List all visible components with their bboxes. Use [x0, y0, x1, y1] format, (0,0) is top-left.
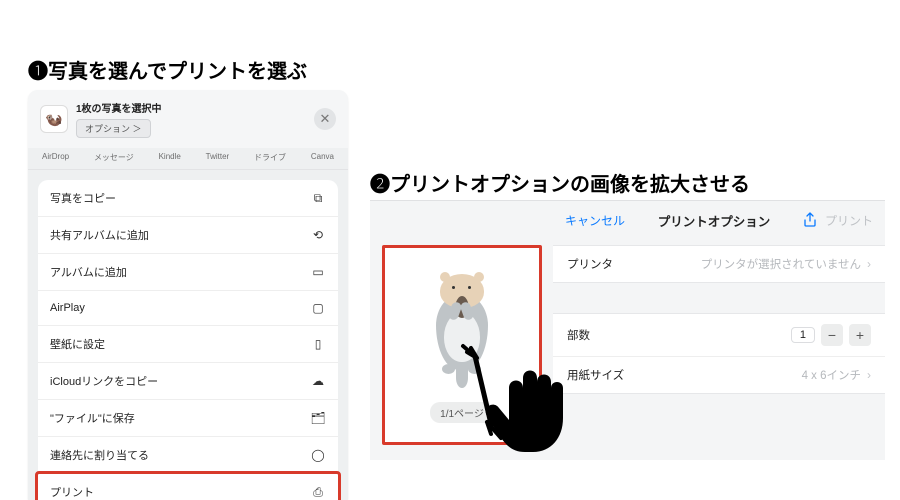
chevron-right-icon: › — [867, 257, 871, 271]
close-button[interactable]: ✕ — [314, 108, 336, 130]
share-sheet: 🦦 1枚の写真を選択中 オプション ＞ ✕ AirDrop メッセージ Kind… — [28, 90, 348, 500]
cloud-link-icon: ☁ — [310, 374, 326, 388]
print-options-panel: キャンセル プリントオプション プリント プリンタ プリンタが選択されていません… — [370, 200, 885, 460]
printer-value: プリンタが選択されていません — [701, 256, 861, 272]
printer-label: プリンタ — [567, 256, 613, 272]
app-twitter[interactable]: Twitter — [206, 152, 230, 163]
copies-minus-button[interactable]: − — [821, 324, 843, 346]
share-icon[interactable] — [803, 212, 817, 228]
app-canva[interactable]: Canva — [311, 152, 334, 163]
printer-row[interactable]: プリンタ プリンタが選択されていません › — [553, 246, 885, 282]
copy-icon: ⧉ — [310, 191, 326, 206]
action-shared-album[interactable]: 共有アルバムに追加 ⟲ — [38, 217, 338, 254]
share-header: 🦦 1枚の写真を選択中 オプション ＞ ✕ — [28, 90, 348, 148]
action-cloud-link[interactable]: iCloudリンクをコピー ☁ — [38, 363, 338, 400]
app-airdrop[interactable]: AirDrop — [42, 152, 69, 163]
action-airplay[interactable]: AirPlay ▢ — [38, 291, 338, 326]
action-label: 連絡先に割り当てる — [50, 447, 149, 463]
print-header: キャンセル プリントオプション プリント — [553, 201, 885, 239]
copies-plus-button[interactable]: + — [849, 324, 871, 346]
preview-image — [422, 268, 502, 388]
shared-album-icon: ⟲ — [310, 228, 326, 242]
action-label: iCloudリンクをコピー — [50, 373, 158, 389]
print-title: プリントオプション — [625, 211, 803, 230]
action-label: プリント — [50, 484, 94, 500]
album-icon: ▭ — [310, 265, 326, 279]
app-messages[interactable]: メッセージ — [94, 152, 134, 163]
step1-title: ❶写真を選んでプリントを選ぶ — [28, 55, 307, 84]
action-list: 写真をコピー ⧉ 共有アルバムに追加 ⟲ アルバムに追加 ▭ AirPlay ▢ 壁紙に設定 ▯ i… — [38, 180, 338, 500]
print-button[interactable]: プリント — [825, 212, 873, 229]
action-label: 写真をコピー — [50, 190, 116, 206]
share-apps-row: AirDrop メッセージ Kindle Twitter ドライブ Canva — [28, 148, 348, 170]
action-files[interactable]: "ファイル"に保存 🗂 — [38, 400, 338, 437]
print-icon: ⎙ — [310, 485, 326, 500]
app-drive[interactable]: ドライブ — [254, 152, 286, 163]
action-print[interactable]: プリント ⎙ — [35, 471, 341, 500]
cancel-button[interactable]: キャンセル — [565, 212, 625, 229]
copies-value: 1 — [791, 327, 815, 343]
action-wallpaper[interactable]: 壁紙に設定 ▯ — [38, 326, 338, 363]
copies-label: 部数 — [567, 327, 590, 343]
paper-label: 用紙サイズ — [567, 367, 624, 383]
contact-icon: ◯ — [310, 448, 326, 462]
step2-title: ❷プリントオプションの画像を拡大させる — [370, 168, 750, 197]
action-label: 壁紙に設定 — [50, 336, 105, 352]
copies-row: 部数 1 − + — [553, 314, 885, 357]
action-label: AirPlay — [50, 302, 85, 314]
share-header-text: 1枚の写真を選択中 — [76, 100, 306, 115]
options-pill[interactable]: オプション ＞ — [76, 119, 151, 138]
action-label: 共有アルバムに追加 — [50, 227, 149, 243]
action-copy[interactable]: 写真をコピー ⧉ — [38, 180, 338, 217]
thumbnail: 🦦 — [40, 105, 68, 133]
action-label: アルバムに追加 — [50, 264, 127, 280]
print-preview[interactable]: 1/1ページ — [382, 245, 542, 445]
app-kindle[interactable]: Kindle — [159, 152, 181, 163]
print-settings-group: 部数 1 − + 用紙サイズ 4 x 6インチ › — [553, 313, 885, 394]
paper-row[interactable]: 用紙サイズ 4 x 6インチ › — [553, 357, 885, 393]
action-label: "ファイル"に保存 — [50, 410, 135, 426]
printer-group: プリンタ プリンタが選択されていません › — [553, 245, 885, 283]
paper-value: 4 x 6インチ — [802, 367, 861, 383]
action-contact[interactable]: 連絡先に割り当てる ◯ — [38, 437, 338, 474]
wallpaper-icon: ▯ — [310, 337, 326, 351]
airplay-icon: ▢ — [310, 301, 326, 315]
files-icon: 🗂 — [310, 411, 326, 425]
page-label: 1/1ページ — [430, 402, 494, 423]
chevron-right-icon: › — [867, 368, 871, 382]
action-album[interactable]: アルバムに追加 ▭ — [38, 254, 338, 291]
